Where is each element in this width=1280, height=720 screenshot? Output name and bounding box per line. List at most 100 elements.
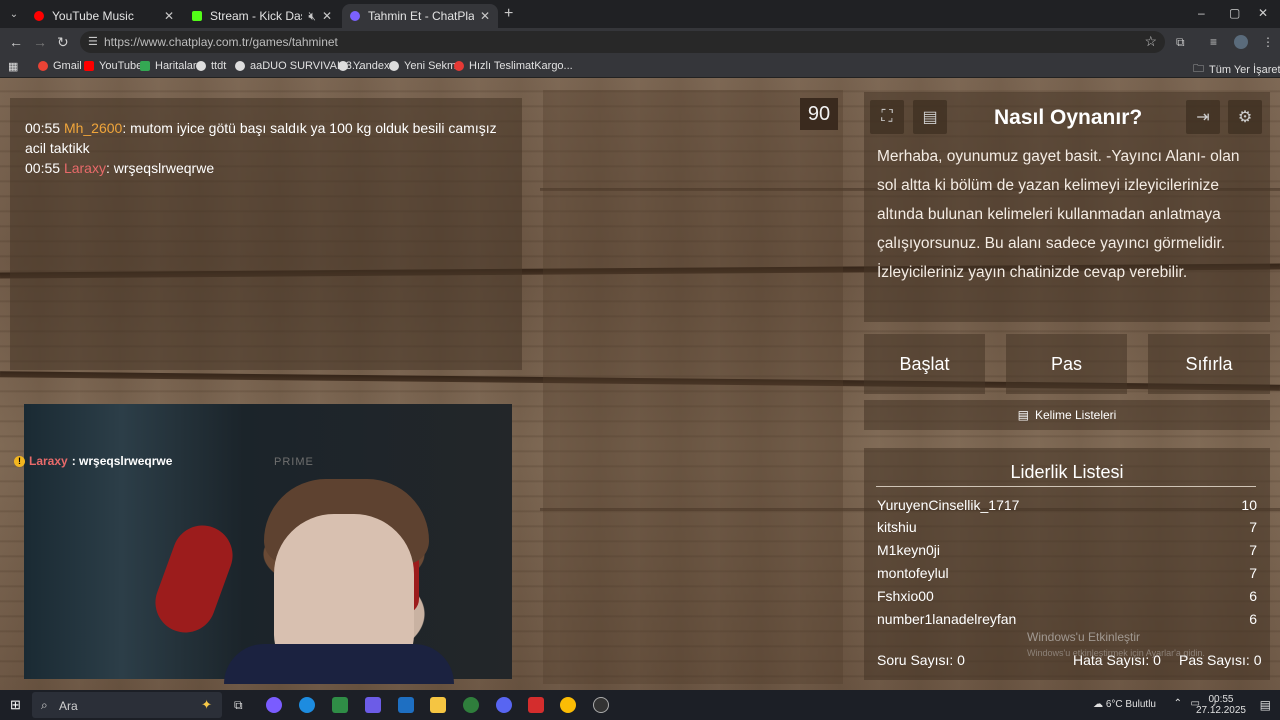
file-explorer-icon[interactable] [430, 697, 446, 713]
maximize-button[interactable]: ▢ [1229, 6, 1240, 20]
pass-button[interactable]: Pas [1006, 334, 1127, 394]
clock[interactable]: 00:55 27.12.2025 [1196, 694, 1246, 716]
youtube-icon [84, 61, 94, 71]
leaderboard-row: kitshiu 7 [877, 519, 1257, 535]
notes-icon[interactable]: ▤ [913, 100, 947, 134]
bookmark-maps[interactable]: Haritalar [140, 60, 197, 72]
leader-name: M1keyn0ji [877, 542, 941, 558]
all-bookmarks[interactable]: 🗀 Tüm Yer İşaretleri [1193, 60, 1280, 79]
weather-widget[interactable]: ☁ 6°C Bulutlu [1093, 699, 1156, 710]
start-button[interactable]: Başlat [864, 334, 985, 394]
tab-kick-dashboard[interactable]: Stream - Kick Dashboard 🔇︎ ✕ [184, 4, 340, 28]
mute-tab-icon[interactable]: 🔇︎ [308, 9, 316, 24]
new-tab-button[interactable]: + [504, 5, 513, 23]
badge-icon: ! [14, 455, 25, 467]
countdown-timer: 90 [800, 98, 838, 130]
chevron-up-icon[interactable]: ⌃ [1174, 698, 1182, 709]
tab-label: Tahmin Et - ChatPlay [368, 9, 474, 23]
bookmark-gmail[interactable]: Gmail [38, 60, 82, 72]
word-lists-button[interactable]: ▤ Kelime Listeleri [864, 400, 1270, 430]
close-tab-icon[interactable]: ✕ [164, 9, 174, 23]
close-window-button[interactable]: ✕ [1258, 6, 1268, 20]
minimize-button[interactable]: – [1198, 6, 1205, 20]
chat-username: Laraxy [63, 160, 106, 176]
leader-score: 7 [1249, 542, 1257, 558]
leaderboard-row: number1lanadelreyfan 6 [877, 611, 1257, 627]
chat-message: 00:55 Laraxy: wrşeqslrweqrwe [10, 158, 522, 178]
leader-name: kitshiu [877, 519, 917, 535]
chat-time: 00:55 [25, 160, 61, 176]
site-info-icon[interactable]: ☰ [88, 35, 98, 48]
cloud-icon: ☁ [1093, 699, 1106, 710]
tab-search-icon[interactable]: ⌄ [4, 4, 24, 24]
maps-icon [140, 61, 150, 71]
store-icon[interactable] [332, 697, 348, 713]
back-icon[interactable]: ← [9, 34, 23, 50]
outlook-icon[interactable] [398, 697, 414, 713]
word-lists-label: Kelime Listeleri [1034, 408, 1117, 422]
apps-icon[interactable]: ▦ [8, 60, 18, 73]
leaderboard-divider [876, 486, 1256, 487]
windows-start-icon[interactable]: ⊞ [10, 697, 21, 713]
copilot-icon[interactable] [266, 697, 282, 713]
browser-app-icon[interactable] [463, 697, 479, 713]
leader-score: 10 [1241, 497, 1257, 513]
app-red-icon[interactable] [528, 697, 544, 713]
reset-button[interactable]: Sıfırla [1148, 334, 1270, 394]
folder-icon: 🗀 [1193, 63, 1204, 75]
leaderboard-row: montofeylul 7 [877, 565, 1257, 581]
close-tab-icon[interactable]: ✕ [480, 9, 490, 23]
leader-score: 7 [1249, 565, 1257, 581]
leader-name: YuruyenCinsellik_1717 [877, 497, 1020, 513]
task-view-icon[interactable]: ⧉ [234, 698, 243, 713]
error-count: Hata Sayısı: 0 [1073, 652, 1161, 668]
edge-icon[interactable] [299, 697, 315, 713]
obs-icon[interactable] [593, 697, 609, 713]
chrome-icon[interactable] [560, 697, 576, 713]
tab-chatplay[interactable]: Tahmin Et - ChatPlay ✕ [342, 4, 498, 28]
forward-icon[interactable]: → [33, 34, 47, 50]
browser-tab-bar: ⌄ YouTube Music ✕ Stream - Kick Dashboar… [0, 0, 1280, 28]
chat-message: 00:55 Mh_2600: mutom iyice götü başı sal… [10, 118, 522, 158]
leader-score: 6 [1249, 588, 1257, 604]
extensions-icon[interactable]: ⧉ [1176, 35, 1185, 50]
notifications-icon[interactable]: ▤ [1260, 698, 1271, 712]
bookmark-kargo[interactable]: Hızlı TeslimatKargo... [454, 60, 573, 72]
exit-icon[interactable]: ⇥ [1186, 100, 1220, 134]
leader-score: 6 [1249, 611, 1257, 627]
profile-avatar[interactable] [1234, 35, 1248, 49]
search-icon: ⌕ [41, 698, 48, 712]
url-text: https://www.chatplay.com.tr/games/tahmin… [104, 35, 338, 49]
search-highlight-icon: ✦ [201, 697, 212, 712]
document-icon: ▤ [1017, 408, 1029, 422]
reload-icon[interactable]: ↻ [57, 34, 69, 51]
tab-youtube-music[interactable]: YouTube Music ✕ [26, 4, 182, 28]
bookmark-yandex[interactable]: Yandex [338, 60, 390, 72]
chat-panel: 00:55 Mh_2600: mutom iyice götü başı sal… [10, 98, 522, 370]
m365-icon[interactable] [365, 697, 381, 713]
address-bar[interactable]: ☰ https://www.chatplay.com.tr/games/tahm… [80, 31, 1165, 53]
youtube-music-icon [34, 11, 44, 21]
fullscreen-icon[interactable]: ⛶ [870, 100, 904, 134]
media-control-icon[interactable]: ≡ [1210, 35, 1217, 49]
bookmark-label: Gmail [53, 60, 82, 72]
overlay-text: : wrşeqslrweqrwe [71, 454, 173, 468]
leader-score: 7 [1249, 519, 1257, 535]
settings-gear-icon[interactable]: ⚙ [1228, 100, 1262, 134]
gaming-chair-left [146, 517, 242, 641]
leader-name: number1lanadelreyfan [877, 611, 1017, 627]
close-tab-icon[interactable]: ✕ [322, 9, 332, 23]
taskbar-search[interactable]: ⌕ Ara ✦ [32, 692, 222, 718]
bookmark-ttdt[interactable]: ttdt [196, 60, 226, 72]
bookmark-star-icon[interactable]: ☆ [1144, 33, 1157, 50]
bookmark-youtube[interactable]: YouTube [84, 60, 142, 72]
leaderboard-panel: Liderlik Listesi YuruyenCinsellik_1717 10… [864, 448, 1270, 680]
windows-activation-watermark: Windows'u Etkinleştir [1027, 630, 1140, 644]
windows-taskbar: ⊞ ⌕ Ara ✦ ⧉ ☁ 6°C Bulutlu ⌃ ▭ ♪ 00:55 27… [0, 690, 1280, 720]
bookmark-new-tab[interactable]: Yeni Sekme [389, 60, 462, 72]
menu-icon[interactable]: ⋮ [1262, 35, 1274, 49]
question-count: Soru Sayısı: 0 [877, 652, 965, 668]
bookmark-label: Yandex [353, 60, 390, 72]
globe-icon [196, 61, 206, 71]
discord-icon[interactable] [496, 697, 512, 713]
